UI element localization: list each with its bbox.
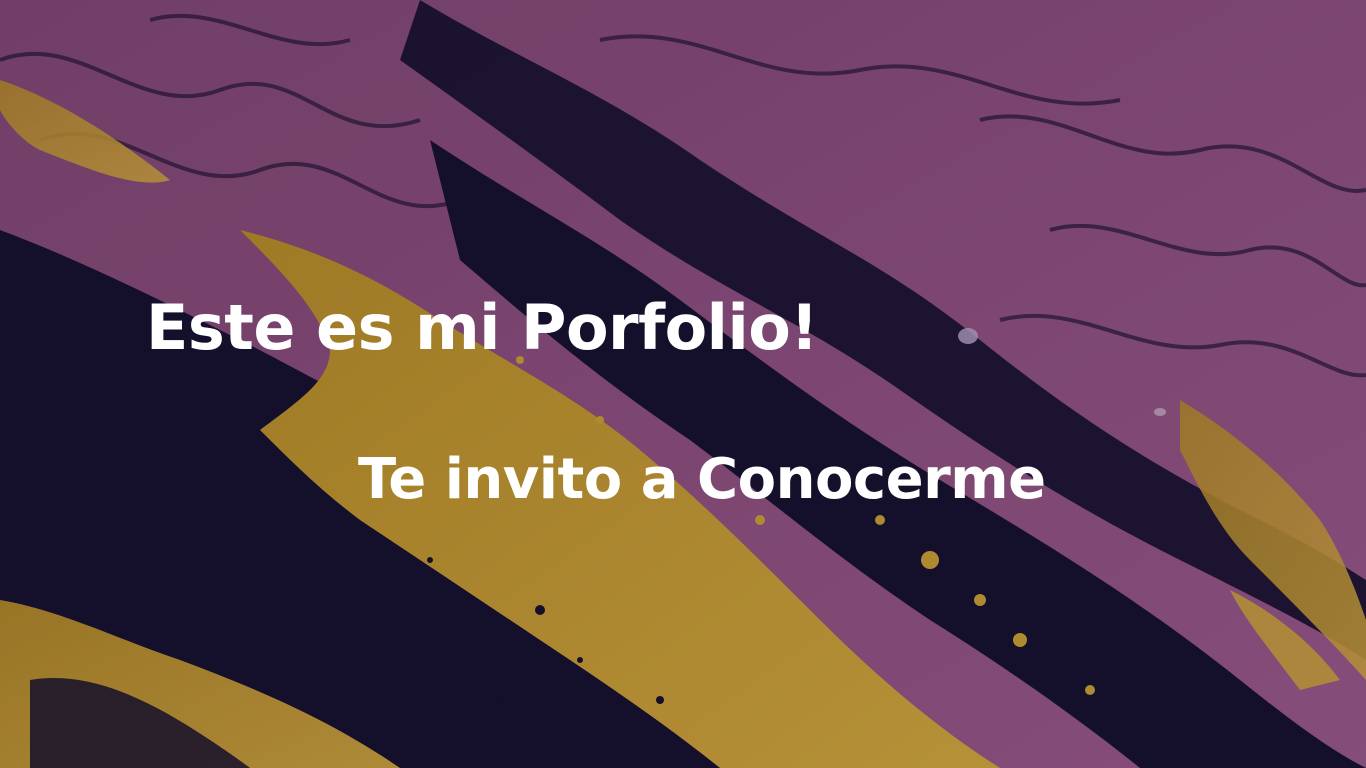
hero-subtitle: Te invito a Conocerme [358, 447, 1046, 512]
hero-section: Este es mi Porfolio! Te invito a Conocer… [0, 0, 1366, 768]
background-overlay [0, 0, 1366, 768]
hero-title: Este es mi Porfolio! [146, 291, 819, 364]
